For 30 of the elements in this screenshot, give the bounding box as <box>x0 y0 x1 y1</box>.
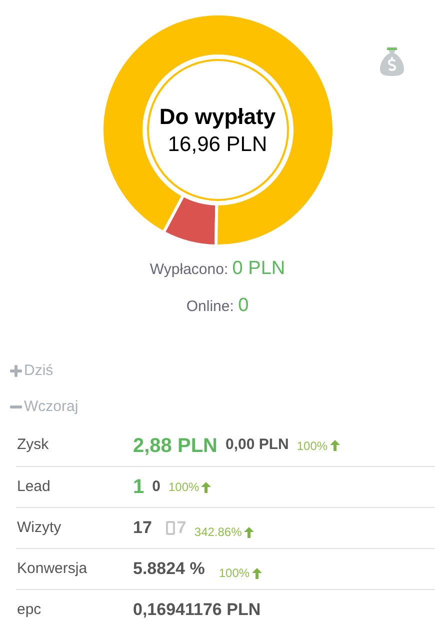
metric-value: 5.8824 % <box>133 558 205 580</box>
paid-label: Wypłacono: <box>150 261 228 278</box>
previous-value: 0 <box>152 476 160 497</box>
row-label: Lead <box>16 476 52 497</box>
row-label: Konwersja <box>16 558 88 579</box>
change-percent: 100% <box>218 565 250 582</box>
change-percent: 342.86% <box>194 524 242 541</box>
plus-icon <box>10 365 22 377</box>
metric-value: 0,16941176 PLN <box>133 599 261 622</box>
payout-amount: 16,96 PLN <box>166 132 268 158</box>
up-arrow-icon <box>201 482 212 492</box>
row-label: Zysk <box>16 435 50 456</box>
summary-title: Do wypłaty <box>158 105 277 130</box>
metric-value: 1 <box>133 475 144 500</box>
up-arrow-icon <box>252 568 262 578</box>
metric-value: 2,88 PLN <box>133 434 218 458</box>
row-label: epc <box>16 600 42 620</box>
paid-value: 0 PLN <box>232 258 286 279</box>
online-label: Online: <box>186 298 234 314</box>
previous-value: 0,00 PLN <box>225 435 289 456</box>
change-percent: 100% <box>296 438 328 454</box>
metric-value: 17 <box>133 517 152 540</box>
change-percent: 100% <box>168 479 200 496</box>
online-value: 0 <box>238 294 249 316</box>
phone-icon <box>166 521 175 535</box>
section-toggle[interactable]: Wczoraj <box>0 389 88 425</box>
row-label: Wizyty <box>16 518 62 538</box>
up-arrow-icon <box>330 440 340 451</box>
up-arrow-icon <box>244 526 254 538</box>
section-toggle[interactable]: Dziś <box>0 353 64 389</box>
